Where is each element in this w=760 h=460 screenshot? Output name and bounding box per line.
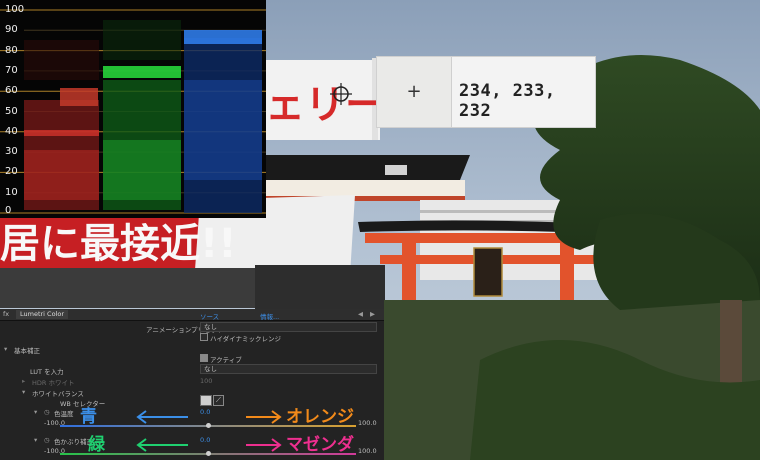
tint-stopwatch-icon[interactable]: ◷: [44, 436, 50, 444]
tab-lumetri-color[interactable]: Lumetri Color: [16, 310, 69, 319]
scope-tick-0: 0: [5, 205, 12, 216]
crosshair-icon: +: [406, 81, 422, 102]
color-readout: + 234, 233, 232: [376, 56, 596, 128]
scope-blue-channel: [184, 30, 262, 213]
basic-section-toggle-icon[interactable]: ▾: [4, 345, 7, 353]
rgb-value: 234, 233, 232: [459, 81, 556, 121]
annotation-blue: 青: [80, 407, 97, 427]
lut-select[interactable]: なし: [200, 364, 377, 374]
header-source-link[interactable]: ソース: [200, 311, 219, 321]
active-checkbox[interactable]: [200, 354, 208, 362]
scope-tick-30: 30: [5, 146, 18, 157]
hdr-white-value: 100: [200, 377, 213, 385]
panel-header: fx Lumetri Color ソース 情報... ◀ ▶: [0, 309, 384, 321]
scope-tick-40: 40: [5, 126, 18, 137]
basic-section-title[interactable]: 基本補正: [14, 345, 40, 355]
panel-arrow-left-icon[interactable]: ◀: [358, 310, 363, 318]
wb-color-swatch[interactable]: [200, 395, 212, 406]
anim-preset-value: なし: [204, 323, 217, 331]
annotation-orange: オレンジ: [286, 407, 354, 427]
rgb-parade-scope: 100 90 80 70 60 50 40 30 20 10 0: [0, 0, 266, 218]
scope-tick-90: 90: [5, 24, 18, 35]
panel-arrow-right-icon[interactable]: ▶: [370, 310, 375, 318]
lut-value: なし: [204, 365, 217, 373]
scope-green-channel: [103, 20, 181, 210]
scope-tick-50: 50: [5, 106, 18, 117]
temp-max: 100.0: [358, 419, 377, 427]
lut-label: LUT を入力: [30, 368, 64, 376]
temp-label: 色温度: [54, 410, 74, 418]
active-label: アクティブ: [210, 356, 242, 364]
scope-tick-60: 60: [5, 85, 18, 96]
temp-stopwatch-icon[interactable]: ◷: [44, 408, 50, 416]
tint-max: 100.0: [358, 447, 377, 455]
temp-slider-knob[interactable]: [206, 423, 211, 428]
arrow-right-orange-icon: [246, 410, 282, 424]
arrow-left-blue-icon: [136, 410, 188, 424]
scope-tick-20: 20: [5, 166, 18, 177]
annotation-magenta: マゼンダ: [286, 435, 354, 455]
sign-text: ェリー: [265, 82, 385, 128]
scope-tick-10: 10: [5, 187, 18, 198]
tint-value[interactable]: 0.0: [200, 436, 210, 444]
header-info-link[interactable]: 情報...: [260, 311, 279, 321]
hdr-expand-icon[interactable]: ▸: [22, 377, 25, 385]
wb-section-toggle-icon[interactable]: ▾: [22, 388, 25, 396]
high-dynamic-checkbox[interactable]: [200, 333, 208, 341]
arrow-right-magenta-icon: [246, 438, 282, 452]
fx-badge: fx: [3, 310, 10, 318]
scope-tick-70: 70: [5, 65, 18, 76]
scope-graph: [0, 9, 266, 214]
tint-slider-knob[interactable]: [206, 451, 211, 456]
temp-value[interactable]: 0.0: [200, 408, 210, 416]
anim-preset-select[interactable]: なし: [200, 322, 377, 332]
annotation-green: 緑: [88, 435, 105, 455]
eyedropper-icon[interactable]: ⟋: [213, 395, 224, 406]
temp-expand-icon[interactable]: ▾: [34, 408, 37, 416]
banner-text: 居に最接近!!: [0, 221, 236, 267]
scope-red-channel: [24, 40, 99, 210]
hdr-white-label: HDR ホワイト: [32, 379, 75, 387]
high-dynamic-label: ハイダイナミックレンジ: [210, 335, 281, 343]
arrow-left-green-icon: [136, 438, 188, 452]
scope-tick-100: 100: [5, 4, 25, 15]
scope-tick-80: 80: [5, 45, 18, 56]
wb-section-title[interactable]: ホワイトバランス: [32, 388, 84, 398]
tint-expand-icon[interactable]: ▾: [34, 436, 37, 444]
